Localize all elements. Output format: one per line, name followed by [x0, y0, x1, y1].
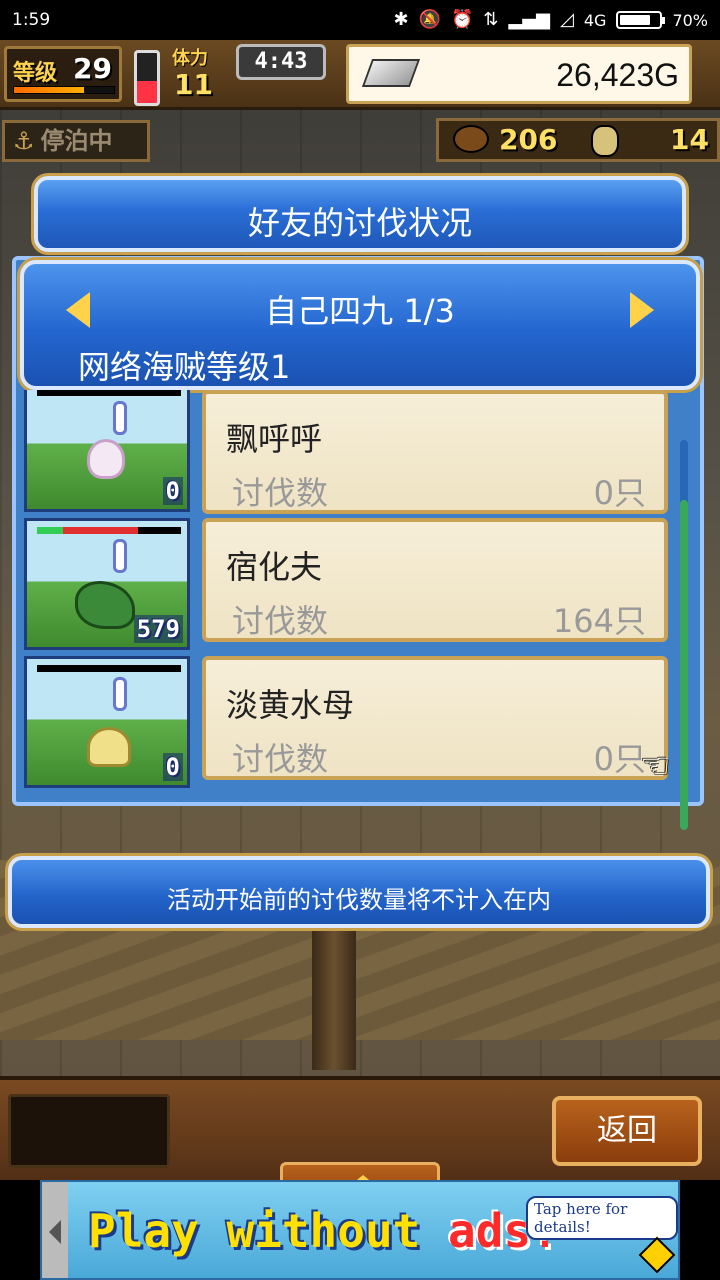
monster-thumbnail: 0	[24, 656, 190, 788]
monster-thumb-count: 0	[162, 477, 183, 505]
gold-amount: 26,423G	[556, 57, 679, 93]
expand-up-button[interactable]	[280, 1162, 440, 1180]
monster-name: 淡黄水母	[226, 686, 355, 724]
stamina-label: 体力	[172, 48, 208, 69]
monster-card[interactable]: 飘呼呼 讨伐数 0只	[202, 390, 668, 514]
dialog-title-panel: 好友的讨伐状况	[34, 176, 686, 252]
monster-thumb-count: 579	[133, 615, 183, 643]
food-count: 206	[499, 123, 558, 156]
friend-pirate-level: 网络海贼等级1	[78, 348, 291, 386]
game-clock: 4:43	[236, 44, 326, 80]
monster-name: 宿化夫	[226, 548, 323, 586]
list-item[interactable]: 579 宿化夫 讨伐数 164只	[20, 518, 672, 652]
kills-label: 讨伐数	[232, 474, 329, 512]
ad-text-main: Play without	[88, 1204, 449, 1258]
status-time: 1:59	[12, 10, 51, 30]
list-item[interactable]: 0 淡黄水母 讨伐数 0只	[20, 656, 672, 790]
signal-icon: ▂▄▆	[508, 9, 551, 30]
stamina-value: 11	[174, 68, 213, 101]
monster-thumbnail: 579	[24, 518, 190, 650]
back-button[interactable]: 返回	[552, 1096, 702, 1166]
ad-collapse-handle[interactable]	[42, 1182, 68, 1278]
ad-banner[interactable]: Play without ads! Tap here for details!	[40, 1180, 680, 1280]
level-value: 29	[73, 52, 112, 85]
gold-bar-icon	[361, 59, 421, 87]
bluetooth-icon: ✱	[393, 9, 409, 30]
alert-icon	[113, 677, 127, 711]
empty-slot	[8, 1094, 170, 1168]
level-box[interactable]: 等级 29	[4, 46, 122, 102]
monster-thumb-count: 0	[162, 753, 183, 781]
chevron-left-icon	[49, 1220, 61, 1244]
stamina-gauge	[134, 50, 160, 106]
data-transfer-icon: ⇅	[483, 9, 499, 30]
scrollbar-thumb[interactable]	[680, 500, 688, 830]
ad-details-link[interactable]: Tap here for details!	[526, 1196, 678, 1240]
medal-icon	[591, 125, 619, 157]
mute-icon: 🔕	[418, 9, 441, 30]
monster-card[interactable]: 宿化夫 讨伐数 164只	[202, 518, 668, 642]
friend-header: 自己四九 1/3 网络海贼等级1	[20, 260, 700, 390]
food-icon	[453, 125, 489, 153]
ad-headline: Play without ads!	[88, 1204, 559, 1258]
ship-status-label: 停泊中	[40, 127, 113, 155]
next-friend-arrow-icon[interactable]	[630, 292, 654, 328]
bottom-bar: 返回	[0, 1076, 720, 1180]
kills-value: 0只	[593, 474, 646, 512]
monster-hp-bar	[37, 527, 181, 534]
monster-hp-bar	[37, 390, 181, 396]
medal-count: 14	[670, 123, 709, 156]
friend-name: 自己四九 1/3	[265, 292, 455, 330]
jellyfish-monster-icon	[87, 727, 131, 767]
resource-display: 206 14	[436, 118, 720, 162]
ship-mast	[312, 920, 356, 1070]
monster-name: 飘呼呼	[226, 420, 323, 458]
level-progress-bar	[13, 86, 115, 94]
battery-percent: 70%	[672, 10, 708, 30]
top-hud: 等级 29 体力 11 4:43 26,423G	[0, 40, 720, 110]
anchor-icon: ⚓	[13, 127, 35, 155]
list-item[interactable]: 0 飘呼呼 讨伐数 0只	[20, 390, 672, 524]
monster-list[interactable]: 0 飘呼呼 讨伐数 0只 579 宿化夫 讨伐数 164只 0 淡黄水母 讨伐数…	[20, 390, 672, 800]
kills-label: 讨伐数	[232, 602, 329, 640]
monster-thumbnail: 0	[24, 390, 190, 512]
dialog-title: 好友的讨伐状况	[247, 204, 472, 242]
notice-panel: 活动开始前的讨伐数量将不计入在内	[8, 856, 710, 928]
notice-text: 活动开始前的讨伐数量将不计入在内	[167, 886, 551, 914]
plant-monster-icon	[75, 581, 135, 629]
kills-label: 讨伐数	[232, 740, 329, 778]
battery-icon	[616, 11, 666, 29]
ad-mascot-icon	[638, 1236, 676, 1274]
list-scrollbar[interactable]	[680, 440, 688, 830]
status-icons: ✱ 🔕 ⏰ ⇅ ▂▄▆ ◿ 4G 70%	[393, 11, 708, 30]
pointing-hand-icon: ☜	[640, 746, 671, 786]
gold-display[interactable]: 26,423G	[346, 44, 692, 104]
network-type: 4G	[583, 10, 607, 30]
kills-value: 164只	[552, 602, 646, 640]
level-label: 等级	[13, 61, 58, 86]
monster-hp-bar	[37, 665, 181, 672]
signal-secondary-icon: ◿	[560, 9, 574, 30]
ship-status-badge: ⚓ 停泊中	[2, 120, 150, 162]
game-screen: 等级 29 体力 11 4:43 26,423G ⚓ 停泊中 206 14 好友的…	[0, 40, 720, 1180]
kills-value: 0只	[593, 740, 646, 778]
alert-icon	[113, 401, 127, 435]
status-bar: 1:59 ✱ 🔕 ⏰ ⇅ ▂▄▆ ◿ 4G 70%	[0, 0, 720, 40]
alert-icon	[113, 539, 127, 573]
monster-card[interactable]: 淡黄水母 讨伐数 0只	[202, 656, 668, 780]
ghost-monster-icon	[87, 439, 125, 479]
alarm-icon: ⏰	[450, 9, 474, 30]
